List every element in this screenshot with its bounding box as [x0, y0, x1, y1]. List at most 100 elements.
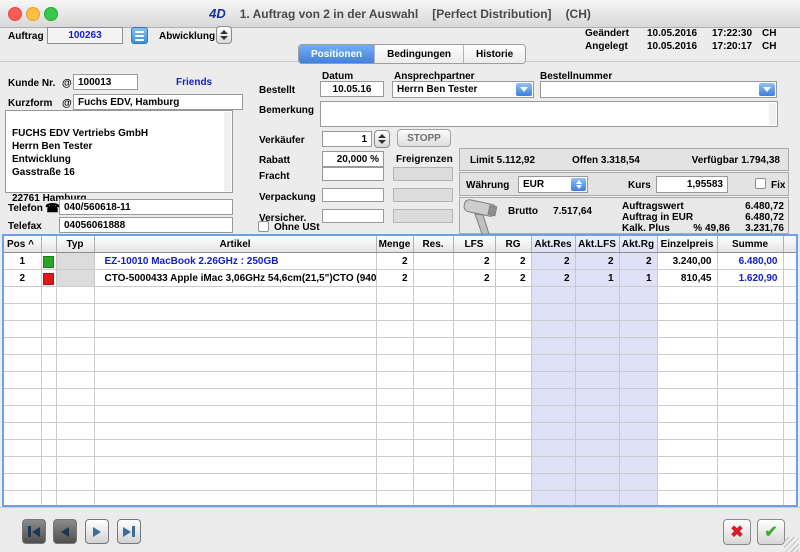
ohne-ust-checkbox[interactable] [258, 221, 269, 232]
rabatt-label: Rabatt [259, 155, 290, 166]
abwicklung-stepper[interactable] [216, 26, 232, 44]
column-header-pos[interactable]: Pos ^ [4, 236, 41, 253]
limit-value: 5.112,92 [497, 155, 535, 166]
column-header-akt_rg[interactable]: Akt.Rg [619, 236, 657, 253]
bemerkung-scroll-gutter[interactable] [769, 103, 776, 125]
table-row[interactable] [4, 287, 796, 304]
column-header-end[interactable] [783, 236, 796, 253]
auftrag-eur-value: 6.480,72 [745, 212, 784, 223]
order-list-icon[interactable] [131, 27, 148, 44]
brutto-label: Brutto [508, 206, 538, 217]
verpackung-freigrenze-field [393, 188, 453, 202]
bestellnummer-combo[interactable] [540, 81, 777, 98]
kurzform-field[interactable]: Fuchs EDV, Hamburg [73, 94, 243, 110]
auftrag-number-field[interactable]: 100263 [47, 27, 123, 44]
ok-check-icon: ✔ [764, 522, 777, 542]
bestellnummer-dropdown-icon[interactable] [759, 83, 775, 96]
column-header-rg[interactable]: RG [495, 236, 531, 253]
column-header-lfs[interactable]: LFS [453, 236, 495, 253]
fracht-freigrenze-field [393, 167, 453, 181]
stopp-button[interactable]: STOPP [397, 129, 451, 147]
window-title-app: [Perfect Distribution] [432, 7, 551, 21]
last-record-icon [123, 527, 131, 537]
bestellt-datum-field[interactable]: 10.05.16 [320, 81, 384, 97]
stopp-button-label: STOPP [407, 133, 441, 144]
column-header-typ[interactable]: Typ [56, 236, 94, 253]
kalkplus-label: Kalk. Plus [622, 223, 670, 234]
telefax-value: 04056061888 [64, 220, 125, 231]
positions-table[interactable]: Pos ^TypArtikelMengeRes.LFSRGAkt.ResAkt.… [2, 234, 798, 507]
column-header-akt_lfs[interactable]: Akt.LFS [575, 236, 619, 253]
table-row[interactable] [4, 457, 796, 474]
auftrag-label: Auftrag [8, 31, 44, 42]
next-record-icon [93, 527, 101, 537]
freigrenzen-label: Freigrenzen [396, 154, 453, 165]
first-record-button[interactable] [22, 519, 46, 544]
cancel-button[interactable]: ✖ [723, 519, 751, 545]
address-textarea[interactable]: FUCHS EDV Vertriebs GmbH Herrn Ben Teste… [5, 110, 233, 193]
table-row[interactable] [4, 440, 796, 457]
app-logo-4d-icon: 4D [209, 6, 226, 21]
barcode-scanner-icon [462, 199, 508, 235]
tab-bedingungen[interactable]: Bedingungen [375, 45, 464, 63]
verpackung-field[interactable] [322, 188, 384, 202]
verkaeufer-field[interactable]: 1 [322, 131, 372, 147]
kurzform-value: Fuchs EDV, Hamburg [78, 97, 179, 108]
ansprechpartner-dropdown-icon[interactable] [516, 83, 532, 96]
table-row[interactable]: 2CTO-5000433 Apple iMac 3,06GHz 54,6cm(2… [4, 270, 796, 287]
app-window: 4D 1. Auftrag von 2 in der Auswahl [Perf… [0, 0, 800, 552]
column-header-einzelpreis[interactable]: Einzelpreis [657, 236, 717, 253]
table-row[interactable] [4, 406, 796, 423]
kurzform-label: Kurzform [8, 98, 52, 109]
ansprechpartner-combo[interactable]: Herrn Ben Tester [392, 81, 534, 98]
kurzform-at-icon[interactable]: @ [62, 98, 72, 109]
waehrung-combo[interactable]: EUR [518, 176, 588, 193]
previous-record-button[interactable] [53, 519, 77, 544]
bestellt-label: Bestellt [259, 85, 295, 96]
totals-box: Brutto 7.517,64 Auftragswert 6.480,72 Au… [459, 197, 789, 234]
kunde-nr-field[interactable]: 100013 [73, 74, 138, 90]
table-row[interactable] [4, 321, 796, 338]
address-scroll-gutter[interactable] [224, 112, 231, 191]
rabatt-field[interactable]: 20,000 % [322, 151, 384, 167]
telefon-field[interactable]: 040/560618-11 [59, 199, 233, 215]
fix-checkbox[interactable] [755, 178, 766, 189]
table-row[interactable] [4, 474, 796, 491]
column-header-artikel[interactable]: Artikel [94, 236, 376, 253]
fracht-field[interactable] [322, 167, 384, 181]
bemerkung-textarea[interactable] [320, 101, 778, 127]
kunde-nr-value: 100013 [78, 77, 111, 88]
verkaeufer-stepper[interactable] [374, 130, 390, 148]
column-header-chip[interactable] [41, 236, 56, 253]
cancel-x-icon: ✖ [730, 522, 743, 542]
resize-grip[interactable] [784, 537, 799, 552]
waehrung-stepper-icon[interactable] [571, 178, 586, 191]
window-title-region: (CH) [566, 7, 591, 21]
tab-positionen[interactable]: Positionen [299, 45, 375, 63]
modified-user: CH [762, 28, 776, 39]
last-record-button[interactable] [117, 519, 141, 544]
column-header-summe[interactable]: Summe [717, 236, 783, 253]
table-row[interactable] [4, 355, 796, 372]
telefax-field[interactable]: 04056061888 [59, 217, 233, 233]
tab-historie[interactable]: Historie [464, 45, 525, 63]
table-row[interactable]: 1EZ-10010 MacBook 2.26GHz : 250GB2222223… [4, 253, 796, 270]
kunde-nr-at-icon[interactable]: @ [62, 78, 72, 89]
auftrag-number-value: 100263 [68, 30, 101, 41]
table-row[interactable] [4, 338, 796, 355]
table-row[interactable] [4, 423, 796, 440]
table-row[interactable] [4, 304, 796, 321]
kunde-nr-label: Kunde Nr. [8, 78, 55, 89]
next-record-button[interactable] [85, 519, 109, 544]
versicher-field[interactable] [322, 209, 384, 223]
table-row[interactable] [4, 491, 796, 508]
column-header-akt_res[interactable]: Akt.Res [531, 236, 575, 253]
table-row[interactable] [4, 372, 796, 389]
kurs-field[interactable]: 1,95583 [656, 176, 728, 193]
modified-label: Geändert [585, 28, 629, 39]
table-row[interactable] [4, 389, 796, 406]
column-header-menge[interactable]: Menge [376, 236, 413, 253]
fracht-label: Fracht [259, 171, 290, 182]
column-header-res[interactable]: Res. [413, 236, 453, 253]
ok-button[interactable]: ✔ [757, 519, 785, 545]
